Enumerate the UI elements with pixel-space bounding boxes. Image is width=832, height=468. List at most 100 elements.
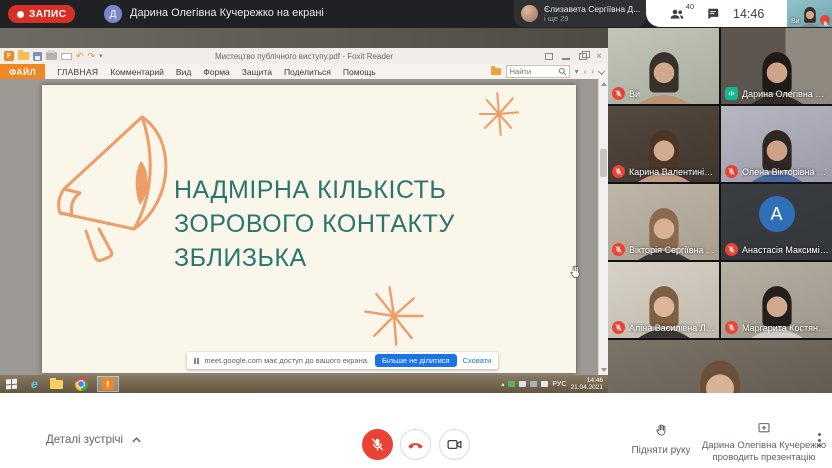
raise-hand-button[interactable]: Підняти руку: [622, 423, 700, 456]
mic-muted-icon: [725, 165, 738, 178]
present-screen-icon[interactable]: [757, 421, 771, 435]
recording-dot-icon: [17, 11, 24, 18]
taskbar-clock[interactable]: 14:46 21.04.2021: [570, 377, 603, 392]
prev-icon[interactable]: ‹: [584, 68, 587, 76]
screen-share-notification: meet.google.com має доступ до вашого екр…: [187, 352, 498, 369]
share-message: meet.google.com має доступ до вашого екр…: [205, 356, 369, 365]
participant-tile[interactable]: Дарина Олегівна Куче...: [721, 28, 832, 104]
mic-muted-icon: [725, 321, 738, 334]
participant-tile[interactable]: Ви: [608, 28, 719, 104]
minimize-button[interactable]: [562, 52, 570, 60]
view-options-icon[interactable]: ▾: [575, 68, 579, 76]
close-button[interactable]: ×: [596, 53, 602, 60]
tray-icon[interactable]: [530, 381, 537, 387]
next-icon[interactable]: ›: [591, 68, 594, 76]
meeting-details-button[interactable]: Деталі зустрічі: [46, 434, 142, 446]
slide-heading-line1: НАДМІРНА КІЛЬКІСТЬ: [174, 173, 455, 207]
participants-count-button[interactable]: 40: [669, 6, 693, 22]
participant-tile[interactable]: Карина Валентинівна ...: [608, 106, 719, 182]
tray-expand-icon[interactable]: ▴: [501, 381, 504, 388]
google-meet-window: ЗАПИС Д Дарина Олегівна Кучережко на екр…: [0, 0, 832, 468]
chrome-icon[interactable]: [75, 378, 88, 391]
hide-notification-link[interactable]: Сховати: [463, 356, 492, 365]
participants-pill-text: Єлизавета Сергіївна Д... і ще 29: [544, 4, 640, 23]
menu-protect[interactable]: Защита: [242, 67, 272, 77]
fullscreen-button[interactable]: [545, 53, 553, 60]
slide-heading-line3: ЗБЛИЗЬКА: [174, 241, 455, 275]
foxit-app-icon[interactable]: F: [4, 51, 14, 61]
presenting-status: Дарина Олегівна Кучережко проводить през…: [700, 421, 828, 463]
menu-home[interactable]: ГЛАВНАЯ: [57, 67, 98, 77]
internet-explorer-icon[interactable]: e: [31, 378, 38, 390]
participant-tile[interactable]: Вікторія Сергіївна Пор...: [608, 184, 719, 260]
print-icon[interactable]: [46, 52, 57, 60]
more-options-button[interactable]: [818, 433, 821, 447]
participant-name-label: Анастасія Максимівн...: [725, 243, 829, 256]
participant-tile[interactable]: Маргарита Костянтин...: [721, 262, 832, 338]
find-box: [506, 65, 570, 78]
find-folder-icon[interactable]: [491, 68, 501, 75]
participant-avatar: [521, 5, 538, 22]
sparkle-icon: [354, 283, 434, 349]
start-button[interactable]: [6, 378, 18, 390]
pdf-viewport: НАДМІРНА КІЛЬКІСТЬ ЗОРОВОГО КОНТАКТУ ЗБЛ…: [0, 79, 608, 375]
camera-icon: [446, 436, 463, 453]
tray-icon[interactable]: [519, 381, 526, 387]
toolbar-dropdown-icon[interactable]: ▾: [99, 53, 103, 60]
menu-view[interactable]: Вид: [176, 67, 191, 77]
scrollbar-thumb[interactable]: [600, 149, 607, 177]
foxit-quick-access-toolbar: F ↶ ↷ ▾: [0, 51, 103, 61]
camera-toggle-button[interactable]: [439, 429, 470, 460]
meeting-details-label: Деталі зустрічі: [46, 434, 123, 446]
participant-name-label: Аліна Василівна Ліща...: [612, 321, 716, 334]
menu-file[interactable]: ФАЙЛ: [0, 64, 45, 79]
foxit-title-bar: F ↶ ↷ ▾ Мистецтво публічного виступу.pdf…: [0, 48, 608, 65]
search-icon[interactable]: [558, 67, 567, 76]
menu-help[interactable]: Помощь: [343, 67, 376, 77]
slide-heading-line2: ЗОРОВОГО КОНТАКТУ: [174, 207, 455, 241]
selfview-thumbnail[interactable]: Ви: [787, 0, 832, 27]
leave-call-button[interactable]: [400, 429, 431, 460]
pdf-scrollbar[interactable]: [598, 79, 608, 375]
participant-name-label: Маргарита Костянтин...: [725, 321, 829, 334]
participants-sidebar: Ви Дарина Олегівна Куче... Карина Валент…: [608, 28, 832, 418]
menu-right-cluster: ▾ ‹ ›: [491, 65, 608, 78]
participant-tile[interactable]: Аліна Василівна Ліща...: [608, 262, 719, 338]
speaking-indicator-icon: [725, 87, 738, 100]
stop-sharing-button[interactable]: Більше не ділитися: [375, 354, 457, 367]
participant-name-label: Ви: [612, 87, 640, 100]
tray-icon[interactable]: [508, 381, 515, 387]
pause-icon: [194, 358, 199, 364]
restore-button[interactable]: [579, 53, 587, 60]
participant-name-label: Олена Вікторівна Груз...: [725, 165, 829, 178]
open-file-icon[interactable]: [18, 52, 29, 60]
email-icon[interactable]: [61, 53, 72, 60]
foxit-taskbar-button[interactable]: f: [97, 376, 119, 392]
menu-form[interactable]: Форма: [203, 67, 230, 77]
save-icon[interactable]: [33, 52, 42, 61]
collapse-ribbon-icon[interactable]: [598, 68, 605, 75]
undo-icon[interactable]: ↶: [76, 52, 84, 61]
menu-comment[interactable]: Комментарий: [110, 67, 164, 77]
scroll-up-icon[interactable]: [601, 82, 607, 86]
desktop-strip: [0, 28, 608, 48]
file-explorer-icon[interactable]: [50, 380, 63, 389]
megaphone-illustration: [44, 109, 180, 271]
mic-toggle-button[interactable]: [362, 429, 393, 460]
redo-icon[interactable]: ↷: [88, 52, 96, 61]
participant-count: 40: [686, 2, 694, 11]
sparkle-icon: [472, 88, 526, 140]
participants-pill[interactable]: Єлизавета Сергіївна Д... і ще 29: [514, 0, 646, 27]
presenter-avatar: Д: [104, 5, 122, 23]
participant-tile[interactable]: А Анастасія Максимівн...: [721, 184, 832, 260]
language-indicator[interactable]: РУС: [552, 381, 566, 388]
chat-button[interactable]: [706, 7, 720, 21]
participant-tile[interactable]: Олена Вікторівна Груз...: [721, 106, 832, 182]
menu-share[interactable]: Поделиться: [284, 67, 331, 77]
scroll-down-icon[interactable]: [601, 368, 607, 372]
find-input[interactable]: [507, 67, 558, 76]
slide-heading: НАДМІРНА КІЛЬКІСТЬ ЗОРОВОГО КОНТАКТУ ЗБЛ…: [174, 173, 455, 275]
tray-icon[interactable]: [541, 381, 548, 387]
chevron-up-icon: [131, 436, 142, 444]
people-icon: [669, 6, 685, 22]
